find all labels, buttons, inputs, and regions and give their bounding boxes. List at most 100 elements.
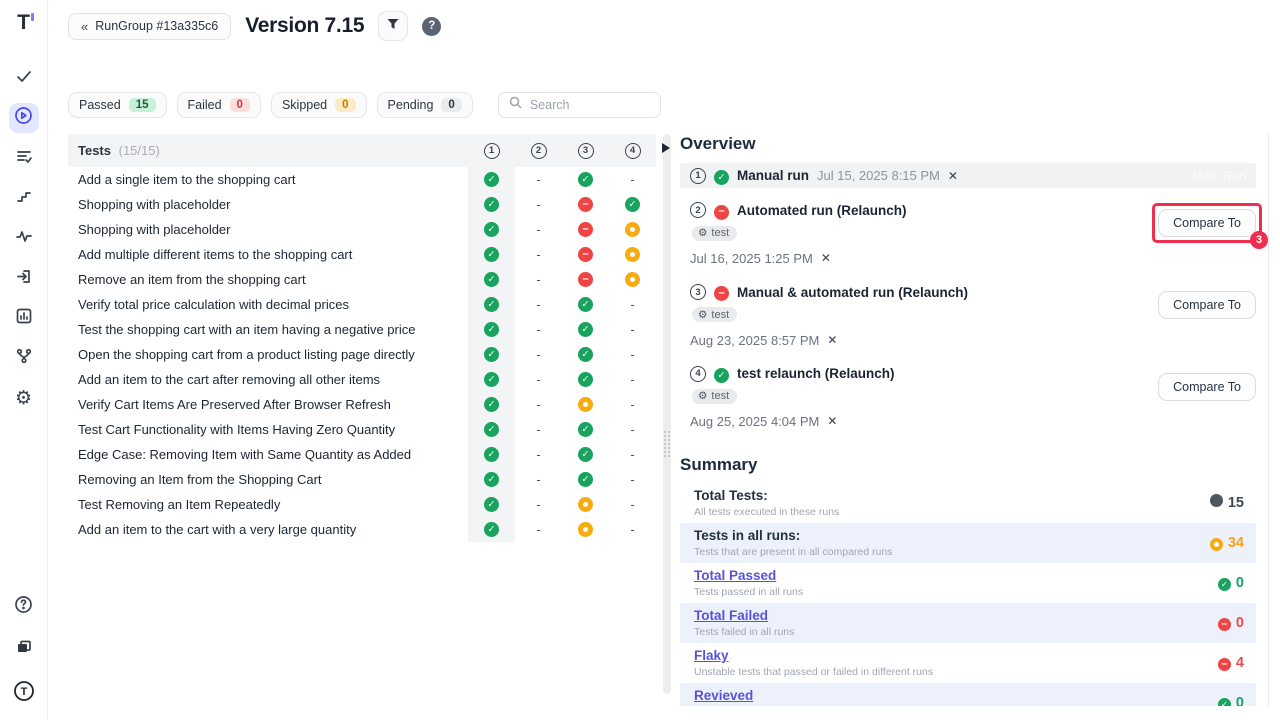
search-box[interactable] <box>498 92 661 118</box>
test-name[interactable]: Add multiple different items to the shop… <box>68 242 468 267</box>
back-to-rungroup-button[interactable]: « RunGroup #13a335c6 <box>68 13 231 40</box>
status-cell[interactable] <box>562 467 609 492</box>
status-cell[interactable] <box>562 442 609 467</box>
status-cell[interactable]: - <box>515 217 562 242</box>
test-name[interactable]: Verify total price calculation with deci… <box>68 292 468 317</box>
column-header-2[interactable]: 2 <box>515 143 562 159</box>
divider-track[interactable] <box>663 134 671 694</box>
close-icon[interactable]: ✕ <box>827 333 837 347</box>
summary-label[interactable]: Tests in all runs: <box>694 528 1210 543</box>
test-name[interactable]: Test the shopping cart with an item havi… <box>68 317 468 342</box>
status-cell[interactable] <box>468 267 515 292</box>
status-cell[interactable]: - <box>609 367 656 392</box>
summary-label[interactable]: Revieved <box>694 688 1218 703</box>
test-name[interactable]: Shopping with placeholder <box>68 192 468 217</box>
test-name[interactable]: Test Cart Functionality with Items Havin… <box>68 417 468 442</box>
status-cell[interactable] <box>562 292 609 317</box>
run-item[interactable]: 3 Manual & automated run (Relaunch) ⚙ te… <box>680 270 1256 352</box>
status-cell[interactable] <box>609 267 656 292</box>
tab-passed[interactable]: Passed 15 <box>68 92 167 118</box>
status-cell[interactable] <box>562 492 609 517</box>
status-cell[interactable] <box>468 342 515 367</box>
summary-label[interactable]: Total Passed <box>694 568 1218 583</box>
sidebar-docs[interactable] <box>9 634 39 664</box>
close-icon[interactable]: ✕ <box>821 251 831 265</box>
summary-label[interactable]: Flaky <box>694 648 1218 663</box>
status-cell[interactable] <box>562 217 609 242</box>
status-cell[interactable] <box>562 392 609 417</box>
status-cell[interactable] <box>468 242 515 267</box>
status-cell[interactable]: - <box>515 392 562 417</box>
status-cell[interactable]: - <box>609 392 656 417</box>
status-cell[interactable]: - <box>609 167 656 192</box>
sidebar-help[interactable] <box>9 592 39 622</box>
status-cell[interactable] <box>562 342 609 367</box>
status-cell[interactable] <box>468 292 515 317</box>
status-cell[interactable] <box>468 167 515 192</box>
tab-failed[interactable]: Failed 0 <box>177 92 261 118</box>
test-name[interactable]: Shopping with placeholder <box>68 217 468 242</box>
status-cell[interactable]: - <box>515 267 562 292</box>
sidebar-item-import[interactable] <box>9 263 39 293</box>
status-cell[interactable] <box>562 242 609 267</box>
status-cell[interactable]: - <box>609 467 656 492</box>
status-cell[interactable] <box>468 517 515 542</box>
status-cell[interactable]: - <box>515 192 562 217</box>
test-name[interactable]: Edge Case: Removing Item with Same Quant… <box>68 442 468 467</box>
status-cell[interactable]: - <box>515 367 562 392</box>
test-name[interactable]: Open the shopping cart from a product li… <box>68 342 468 367</box>
status-cell[interactable]: - <box>609 417 656 442</box>
status-cell[interactable]: - <box>609 442 656 467</box>
status-cell[interactable] <box>468 217 515 242</box>
test-name[interactable]: Add a single item to the shopping cart <box>68 167 468 192</box>
search-input[interactable] <box>530 98 650 112</box>
status-cell[interactable]: - <box>515 342 562 367</box>
status-cell[interactable] <box>609 242 656 267</box>
sidebar-item-runs[interactable] <box>9 103 39 133</box>
status-cell[interactable] <box>562 517 609 542</box>
compare-to-button[interactable]: Compare To <box>1158 291 1256 319</box>
app-logo-icon[interactable]: T <box>17 12 30 33</box>
sidebar-item-plans[interactable] <box>9 143 39 173</box>
status-cell[interactable]: - <box>609 517 656 542</box>
status-cell[interactable] <box>468 467 515 492</box>
close-icon[interactable]: ✕ <box>948 169 958 183</box>
test-name[interactable]: Test Removing an Item Repeatedly <box>68 492 468 517</box>
status-cell[interactable]: - <box>515 317 562 342</box>
status-cell[interactable] <box>468 317 515 342</box>
column-header-4[interactable]: 4 <box>609 143 656 159</box>
status-cell[interactable] <box>468 192 515 217</box>
summary-label[interactable]: Total Tests: <box>694 488 1210 503</box>
drag-handle[interactable] <box>663 430 671 458</box>
status-cell[interactable]: - <box>515 517 562 542</box>
run-item[interactable]: 2 Automated run (Relaunch) ⚙ test Jul 16… <box>680 188 1256 270</box>
status-cell[interactable] <box>468 442 515 467</box>
column-header-3[interactable]: 3 <box>562 143 609 159</box>
status-cell[interactable]: - <box>515 292 562 317</box>
test-name[interactable]: Verify Cart Items Are Preserved After Br… <box>68 392 468 417</box>
status-cell[interactable] <box>562 192 609 217</box>
brand-circle-icon[interactable]: T <box>9 676 39 706</box>
status-cell[interactable] <box>468 417 515 442</box>
status-cell[interactable]: - <box>515 167 562 192</box>
help-icon[interactable]: ? <box>422 17 441 36</box>
compare-to-button[interactable]: Compare To <box>1158 209 1256 237</box>
run-item[interactable]: 4 test relaunch (Relaunch) ⚙ test Aug 25… <box>680 352 1256 433</box>
filter-button[interactable] <box>378 11 408 41</box>
status-cell[interactable]: - <box>609 492 656 517</box>
column-header-1[interactable]: 1 <box>468 143 515 159</box>
test-name[interactable]: Add an item to the cart with a very larg… <box>68 517 468 542</box>
sidebar-item-branches[interactable] <box>9 343 39 373</box>
status-cell[interactable] <box>562 167 609 192</box>
test-name[interactable]: Remove an item from the shopping cart <box>68 267 468 292</box>
status-cell[interactable]: - <box>609 292 656 317</box>
status-cell[interactable]: - <box>515 492 562 517</box>
status-cell[interactable]: - <box>515 417 562 442</box>
status-cell[interactable] <box>468 392 515 417</box>
status-cell[interactable] <box>468 367 515 392</box>
status-cell[interactable] <box>562 317 609 342</box>
sidebar-item-analytics[interactable] <box>9 303 39 333</box>
status-cell[interactable]: - <box>515 442 562 467</box>
sidebar-item-pulse[interactable] <box>9 223 39 253</box>
tab-skipped[interactable]: Skipped 0 <box>271 92 367 118</box>
